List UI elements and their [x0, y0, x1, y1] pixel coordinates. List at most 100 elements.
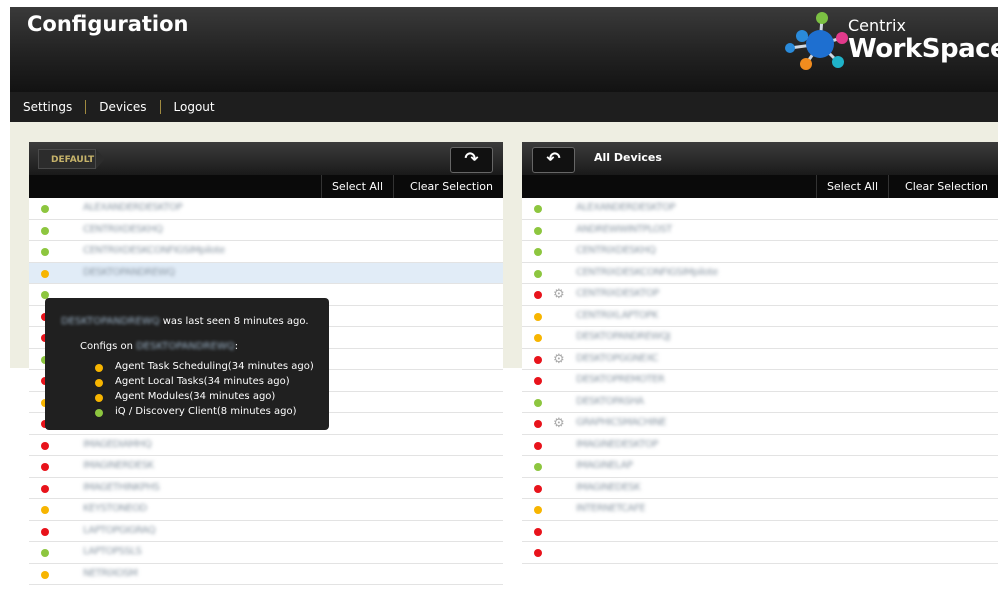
device-row[interactable]: IMAGINERDESK [29, 456, 503, 478]
device-name: CENTRIXLAPTOPK [576, 309, 658, 321]
device-name: IMAGINEDESKTOP [576, 438, 658, 450]
select-all-button[interactable]: Select All [320, 175, 393, 198]
status-dot-icon [41, 484, 49, 493]
tooltip-configs-prefix: Configs on [80, 341, 137, 352]
arrow-back-icon: ↶ [546, 149, 561, 169]
all-devices-panel: ↶ All Devices Select All Clear Selection… [522, 142, 998, 599]
device-name: CENTRIXDESKTOP [576, 288, 659, 299]
device-row[interactable] [522, 521, 998, 542]
logo-text-workspace: WorkSpace [848, 34, 998, 64]
device-name: DESKTOPGGNEXC [576, 352, 659, 364]
device-row[interactable]: INTERNETCAFE [522, 499, 998, 521]
status-dot-icon [534, 377, 542, 385]
device-name: GRAPHICSMACHINE [576, 417, 667, 428]
device-row[interactable]: DESKTOPANDREWQ [29, 262, 503, 284]
status-dot-icon [534, 441, 542, 450]
status-dot-icon [95, 409, 103, 417]
device-row[interactable]: CENTRIXDESKHQ [29, 220, 503, 241]
status-dot-icon [534, 549, 542, 557]
device-name: DESKTOPANDREWQJ [576, 331, 671, 342]
page-title: Configuration [27, 12, 189, 36]
config-label: Agent Modules(34 minutes ago) [115, 391, 276, 402]
device-row[interactable]: DESKTOPANDREWQJ [522, 327, 998, 349]
status-dot-icon [41, 549, 49, 557]
status-dot-icon [41, 527, 49, 536]
device-name: LAPTOPSSLS [83, 546, 142, 557]
device-row[interactable]: IMAGETHINKPHS [29, 478, 503, 499]
device-name: LAPTOPGIGRAQ [83, 524, 156, 536]
status-dot-icon [534, 291, 542, 299]
tooltip-last-seen: DESKTOPANDREWQ was last seen 8 minutes a… [61, 316, 309, 327]
device-name: CENTRIXDESKCONFIGSIMpilote [83, 245, 225, 256]
clear-selection-button[interactable]: Clear Selection [888, 175, 998, 198]
status-dot-icon [41, 441, 49, 450]
tooltip-configs-suffix: : [234, 341, 239, 352]
device-row[interactable]: CENTRIXLAPTOPK [522, 306, 998, 327]
device-row[interactable]: DESKTOPREMOTER [522, 370, 998, 392]
status-dot-icon [41, 248, 49, 256]
device-name: CENTRIXDESKCONFIGSIMpilote [576, 266, 718, 278]
device-row[interactable]: CENTRIXDESKHQ [522, 241, 998, 263]
device-row[interactable]: IMAGEDIAMHQ [29, 435, 503, 456]
status-dot-icon [534, 355, 542, 364]
panel-toolbar: Select All Clear Selection [29, 175, 503, 198]
device-row[interactable]: KEYSTONEOD [29, 499, 503, 521]
status-dot-icon [41, 269, 49, 278]
device-row[interactable]: ⚙ GRAPHICSMACHINE [522, 413, 998, 435]
device-row[interactable]: CENTRIXDESKCONFIGSIMpilote [29, 241, 503, 263]
status-dot-icon [41, 506, 49, 514]
status-dot-icon [534, 420, 542, 428]
device-name: CENTRIXDESKHQ [576, 245, 656, 256]
status-dot-icon [534, 463, 542, 471]
device-row[interactable]: ⚙ DESKTOPGGNEXC [522, 349, 998, 370]
device-tooltip: DESKTOPANDREWQ was last seen 8 minutes a… [45, 298, 329, 430]
status-dot-icon [534, 484, 542, 493]
device-row[interactable]: ALEXANDERDESKTOP [29, 198, 503, 220]
device-row[interactable]: LAPTOPGIGRAQ [29, 521, 503, 542]
status-dot-icon [41, 226, 49, 235]
status-dot-icon [95, 379, 103, 387]
device-name: IMAGEDIAMHQ [83, 438, 152, 450]
device-row[interactable]: ANDREWWINTPLOST [522, 220, 998, 241]
device-row[interactable]: DESKTOPASHA [522, 392, 998, 413]
select-all-button[interactable]: Select All [815, 175, 888, 198]
status-dot-icon [41, 570, 49, 579]
status-dot-icon [41, 463, 49, 471]
config-tag-default[interactable]: DEFAULT [38, 149, 105, 169]
main-nav: Settings Devices Logout [10, 92, 998, 122]
device-row[interactable]: CENTRIXDESKCONFIGSIMpilote [522, 263, 998, 284]
status-dot-icon [95, 364, 103, 372]
status-dot-icon [534, 248, 542, 256]
nav-devices[interactable]: Devices [86, 100, 159, 114]
device-name: INTERNETCAFE [576, 503, 646, 514]
status-dot-icon [534, 506, 542, 514]
move-to-all-devices-button[interactable]: ↷ [450, 147, 493, 173]
device-row[interactable]: IMAGINEDESKTOP [522, 435, 998, 456]
panel-header: DEFAULT ↷ [29, 142, 503, 175]
logo-text-centrix: Centrix [848, 16, 906, 35]
device-row[interactable] [522, 542, 998, 564]
device-row[interactable]: NETRIXOSM [29, 564, 503, 585]
device-row[interactable]: ALEXANDERDESKTOP [522, 198, 998, 220]
device-row[interactable]: IMAGINEDESK [522, 478, 998, 499]
device-row[interactable]: IMAGINELAP [522, 456, 998, 478]
move-to-config-button[interactable]: ↶ [532, 147, 575, 173]
gear-icon: ⚙ [553, 416, 565, 431]
config-label: Agent Task Scheduling(34 minutes ago) [115, 361, 314, 372]
nav-logout[interactable]: Logout [161, 100, 228, 114]
device-row[interactable]: ⚙ CENTRIXDESKTOP [522, 284, 998, 306]
nav-settings[interactable]: Settings [10, 100, 85, 114]
clear-selection-button[interactable]: Clear Selection [393, 175, 503, 198]
device-row[interactable]: LAPTOPSSLS [29, 542, 503, 564]
panel-header: ↶ All Devices [522, 142, 998, 175]
config-label: iQ / Discovery Client(8 minutes ago) [115, 406, 297, 417]
status-dot-icon [95, 394, 103, 402]
status-dot-icon [534, 398, 542, 407]
device-name: DESKTOPASHA [576, 395, 644, 407]
panel-title: All Devices [594, 151, 662, 164]
device-name: KEYSTONEOD [83, 503, 147, 514]
status-dot-icon [41, 205, 49, 213]
tooltip-device-name: DESKTOPANDREWQ [61, 316, 160, 327]
device-name: DESKTOPREMOTER [576, 374, 665, 385]
tooltip-configs-heading: Configs on DESKTOPANDREWQ: [80, 341, 238, 352]
